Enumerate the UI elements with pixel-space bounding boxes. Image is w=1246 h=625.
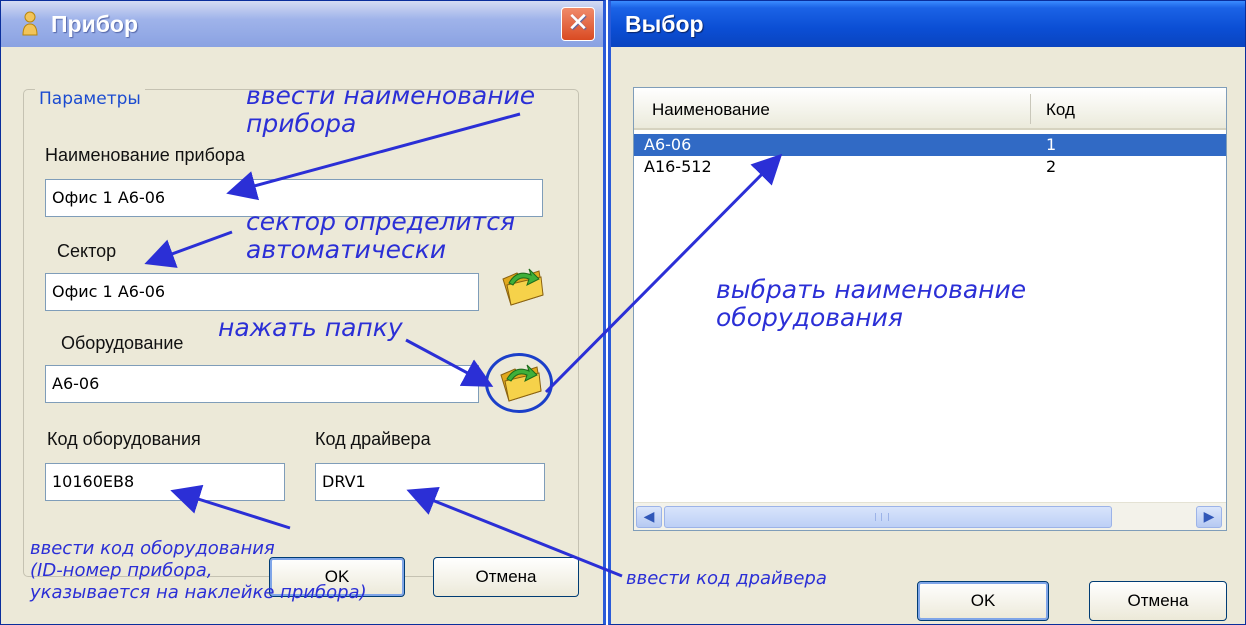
folder-open-icon[interactable] bbox=[497, 361, 543, 403]
driver-code-input[interactable]: DRV1 bbox=[315, 463, 545, 501]
close-icon: ✕ bbox=[567, 8, 589, 38]
list-header: Наименование Код bbox=[634, 88, 1226, 130]
parameters-group-title: Параметры bbox=[35, 89, 145, 109]
equipment-code-label: Код оборудования bbox=[47, 429, 201, 449]
device-name-label: Наименование прибора bbox=[45, 145, 245, 165]
annotation-line: выбрать наименование bbox=[716, 275, 1027, 304]
equipment-label: Оборудование bbox=[61, 333, 184, 353]
list-item-code: 2 bbox=[1046, 157, 1057, 176]
scroll-left-icon[interactable]: ◀ bbox=[636, 506, 662, 528]
annotation-line: ввести наименование bbox=[246, 81, 536, 110]
column-separator[interactable] bbox=[1030, 94, 1031, 124]
scroll-right-icon[interactable]: ▶ bbox=[1196, 506, 1222, 528]
column-header-code[interactable]: Код bbox=[1046, 88, 1075, 130]
horizontal-scrollbar[interactable]: ◀ ▶ bbox=[634, 502, 1226, 530]
equipment-input[interactable]: А6-06 bbox=[45, 365, 479, 403]
device-dialog-title: Прибор bbox=[51, 11, 139, 37]
select-ok-button[interactable]: OK bbox=[917, 581, 1049, 621]
list-item-name: А6-06 bbox=[644, 135, 692, 154]
annotation-line: автоматически bbox=[246, 235, 447, 264]
close-button[interactable]: ✕ bbox=[561, 7, 595, 41]
selection-dialog-body: Наименование Код А6-06 1 А16-512 2 ◀ ▶ O… bbox=[611, 47, 1245, 624]
annotation-enter-name: ввести наименование прибора bbox=[246, 82, 535, 138]
person-icon bbox=[22, 11, 38, 36]
annotation-enter-driver-code: ввести код драйвера bbox=[626, 568, 827, 589]
annotation-sector-auto: сектор определится автоматически bbox=[246, 208, 515, 264]
device-dialog-titlebar[interactable]: Прибор ✕ bbox=[1, 1, 603, 47]
sector-label: Сектор bbox=[57, 241, 117, 261]
column-header-name[interactable]: Наименование bbox=[652, 88, 770, 130]
sector-folder-icon[interactable] bbox=[499, 265, 545, 307]
list-item[interactable]: А6-06 1 bbox=[634, 134, 1226, 156]
annotation-line: сектор определится bbox=[246, 207, 516, 236]
annotation-select-equipment: выбрать наименование оборудования bbox=[716, 276, 1026, 332]
select-cancel-button[interactable]: Отмена bbox=[1089, 581, 1227, 621]
list-item-code: 1 bbox=[1046, 135, 1057, 154]
selection-dialog-title: Выбор bbox=[625, 11, 704, 37]
sector-input[interactable]: Офис 1 А6-06 bbox=[45, 273, 479, 311]
annotation-line: (ID-номер прибора, bbox=[30, 560, 213, 581]
annotation-line: оборудования bbox=[716, 303, 903, 332]
driver-code-label: Код драйвера bbox=[315, 429, 431, 449]
grip-icon bbox=[875, 513, 889, 521]
list-item-name: А16-512 bbox=[644, 157, 712, 176]
scroll-thumb[interactable] bbox=[664, 506, 1112, 528]
list-item[interactable]: А16-512 2 bbox=[634, 156, 1226, 178]
equipment-code-input[interactable]: 10160EB8 bbox=[45, 463, 285, 501]
annotation-enter-equipment-code: ввести код оборудования (ID-номер прибор… bbox=[30, 538, 367, 604]
annotation-line: прибора bbox=[246, 109, 357, 138]
annotation-line: ввести код оборудования bbox=[30, 538, 275, 559]
annotation-press-folder: нажать папку bbox=[218, 313, 403, 342]
selection-dialog-titlebar[interactable]: Выбор bbox=[611, 1, 1245, 47]
cancel-button[interactable]: Отмена bbox=[433, 557, 579, 597]
annotation-line: указывается на наклейке прибора) bbox=[30, 582, 367, 603]
